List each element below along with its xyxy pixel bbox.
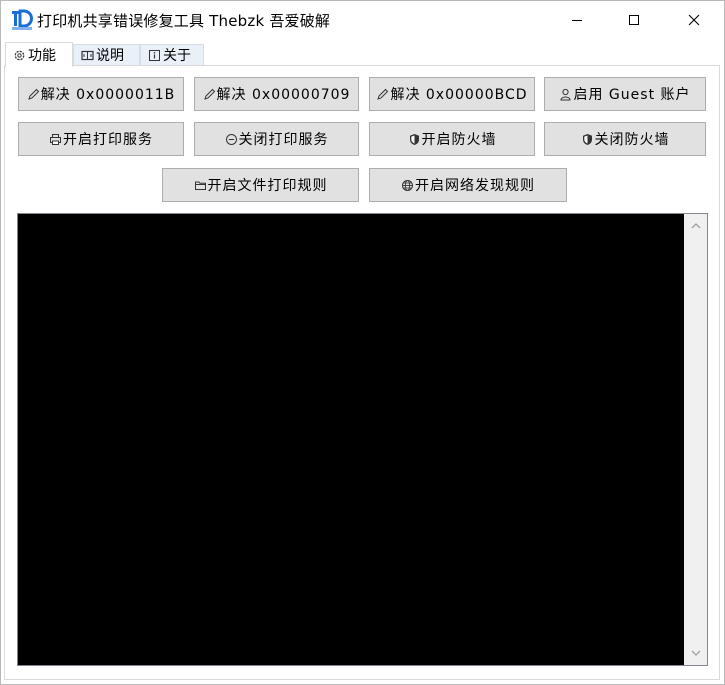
scroll-down-button[interactable] [684,643,707,663]
stop-print-service-button[interactable]: 关闭打印服务 [194,122,359,156]
enable-guest-label: 启用 Guest 账户 [573,87,691,103]
pencil-icon [376,88,389,101]
close-icon [688,14,700,26]
tab-bar: 功能 说明 关于 [5,42,721,67]
console-scrollbar[interactable] [684,214,707,665]
globe-icon [401,179,414,192]
folder-icon [194,179,207,192]
shield-icon [408,133,421,146]
fix-0x00000bcd-label: 解决 0x00000BCD [390,87,528,103]
start-print-service-label: 开启打印服务 [63,132,153,148]
chevron-down-icon [691,650,700,656]
app-logo-icon [11,9,33,31]
book-icon [80,48,94,62]
main-window: 打印机共享错误修复工具 Thebzk 吾爱破解 功能 说明 关于 解决 0x00… [0,0,725,685]
tab-about[interactable]: 关于 [140,44,204,66]
title-bar[interactable]: 打印机共享错误修复工具 Thebzk 吾爱破解 [1,1,724,39]
info-icon [147,48,161,62]
fix-0x0000011b-button[interactable]: 解决 0x0000011B [18,77,184,111]
tab-functions[interactable]: 功能 [5,42,73,67]
enable-guest-button[interactable]: 启用 Guest 账户 [544,77,706,111]
fix-0x0000011b-label: 解决 0x0000011B [40,87,176,103]
enable-file-print-rule-label: 开启文件打印规则 [207,178,328,194]
pencil-icon [27,88,40,101]
enable-network-discovery-rule-label: 开启网络发现规则 [415,178,535,194]
tab-about-label: 关于 [163,48,191,64]
enable-firewall-button[interactable]: 开启防火墙 [369,122,535,156]
tab-instructions[interactable]: 说明 [73,44,140,66]
window-title: 打印机共享错误修复工具 Thebzk 吾爱破解 [37,12,331,30]
shield-icon [581,133,594,146]
tab-functions-label: 功能 [28,48,56,64]
maximize-icon [629,15,639,25]
tab-instructions-label: 说明 [96,48,124,64]
start-print-service-button[interactable]: 开启打印服务 [18,122,184,156]
fix-0x00000709-button[interactable]: 解决 0x00000709 [194,77,359,111]
disable-firewall-label: 关闭防火墙 [594,132,670,148]
disable-firewall-button[interactable]: 关闭防火墙 [544,122,706,156]
enable-network-discovery-rule-button[interactable]: 开启网络发现规则 [369,168,567,202]
close-button[interactable] [671,1,717,39]
printer-icon [49,133,62,146]
minimize-icon [572,20,582,21]
maximize-button[interactable] [611,1,657,39]
console-output[interactable] [17,213,708,666]
chevron-up-icon [691,223,700,229]
fix-0x00000709-label: 解决 0x00000709 [216,87,351,103]
minus-circle-icon [225,133,238,146]
pencil-icon [203,88,216,101]
stop-print-service-label: 关闭打印服务 [238,132,329,148]
enable-firewall-label: 开启防火墙 [421,132,497,148]
scroll-up-button[interactable] [684,216,707,236]
fix-0x00000bcd-button[interactable]: 解决 0x00000BCD [369,77,535,111]
user-icon [559,88,572,101]
minimize-button[interactable] [554,1,600,39]
gear-icon [12,48,26,62]
enable-file-print-rule-button[interactable]: 开启文件打印规则 [162,168,359,202]
